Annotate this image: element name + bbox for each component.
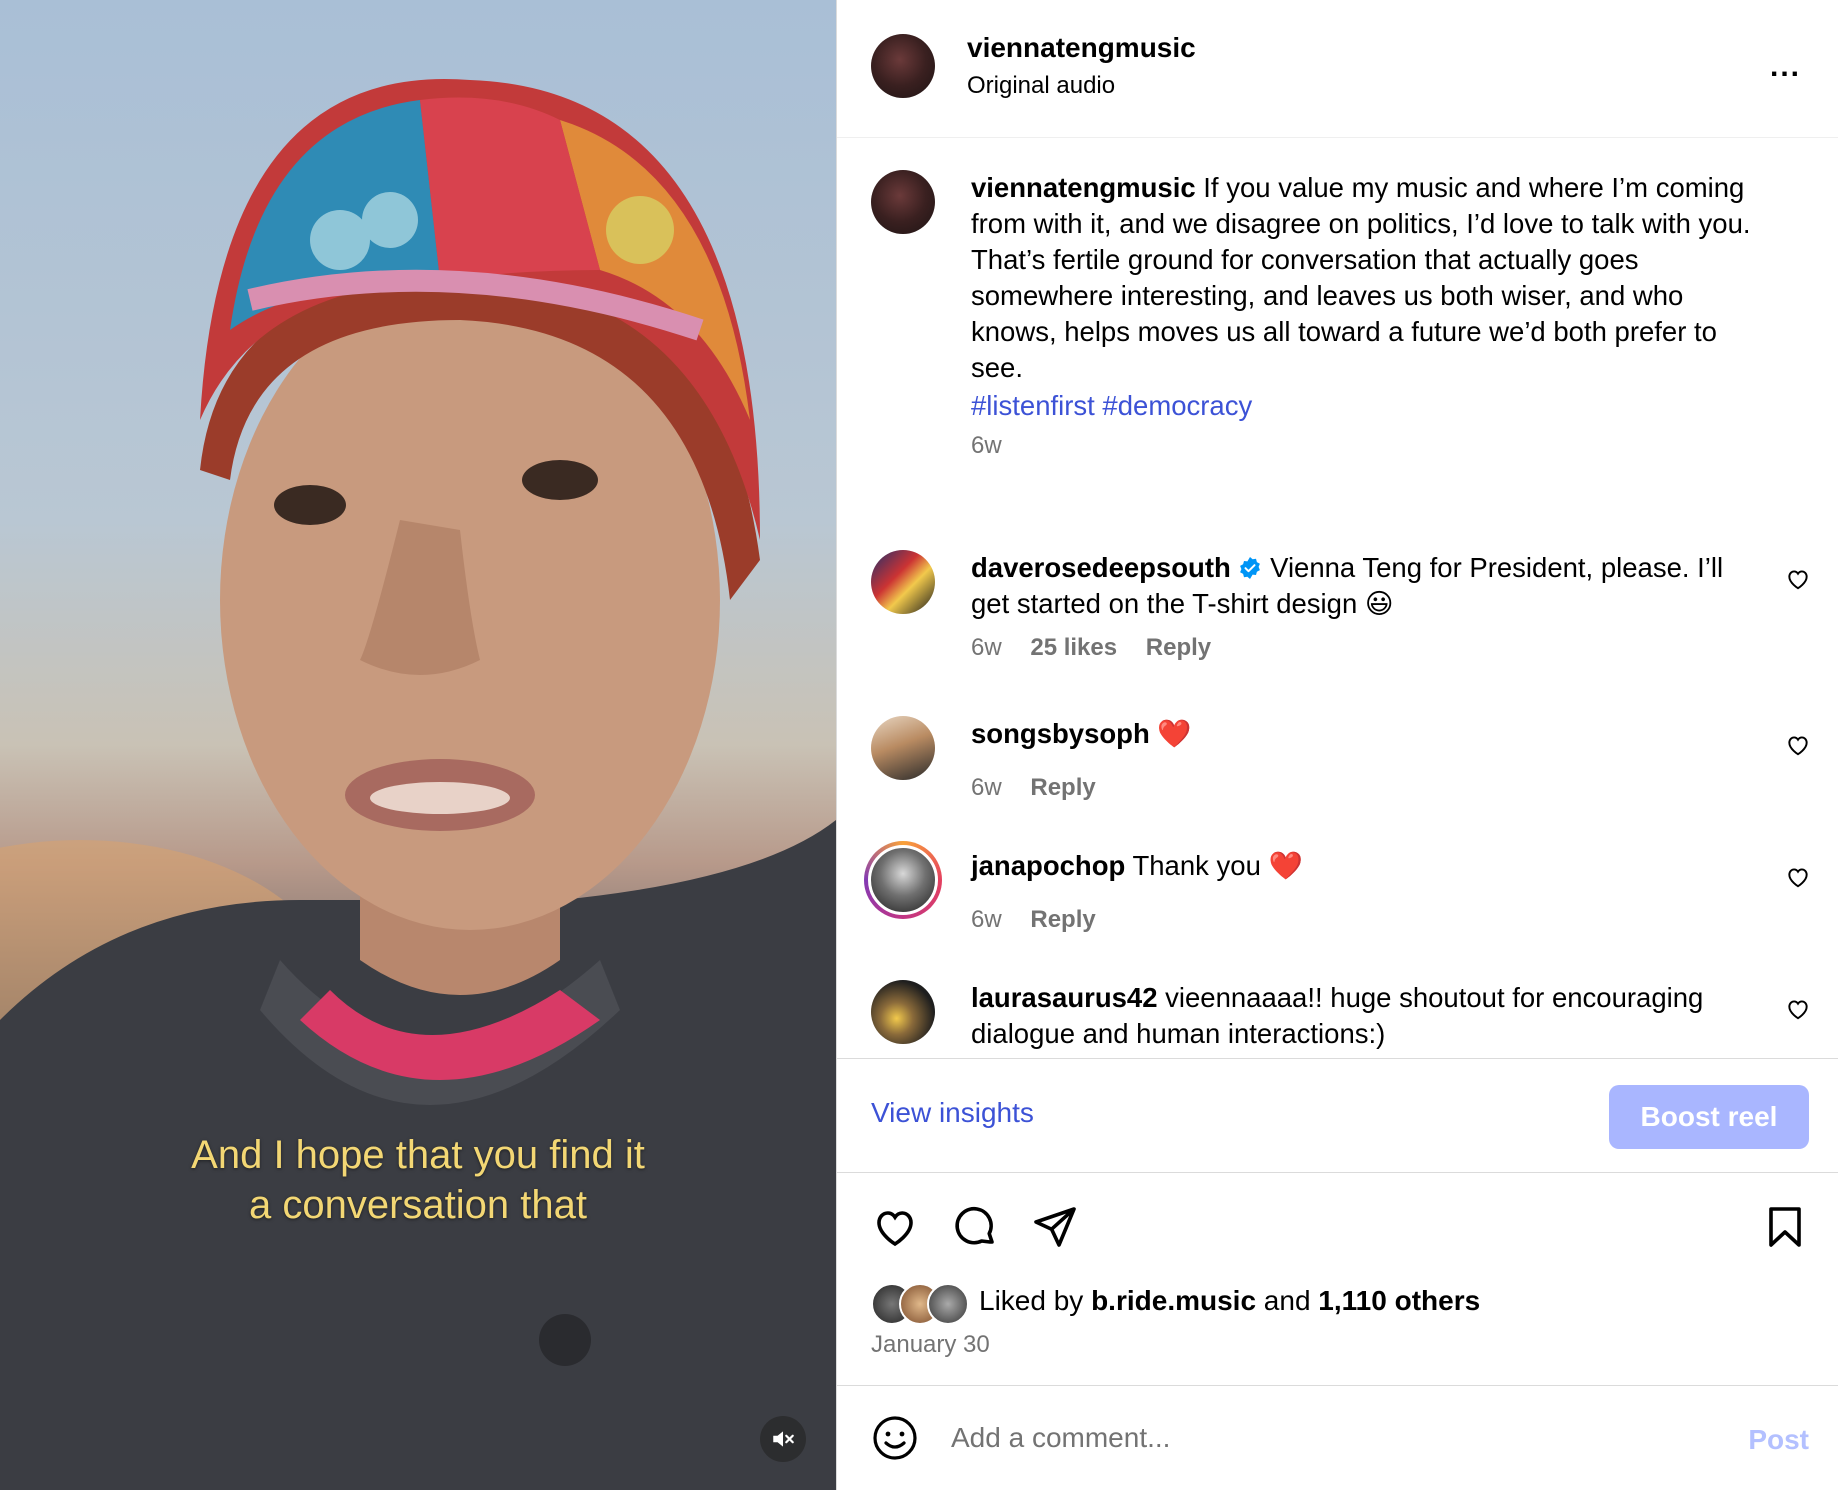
caption-author-avatar[interactable] — [871, 170, 935, 234]
liked-by-mid: and — [1256, 1285, 1319, 1316]
comment-username[interactable]: laurasaurus42 — [971, 982, 1158, 1013]
story-ring-avatar[interactable] — [864, 841, 942, 919]
comment-avatar[interactable] — [871, 550, 935, 614]
comment-item: songsbysoph ❤️ 6w Reply — [837, 716, 1838, 826]
post-header: viennatengmusic Original audio ... — [837, 0, 1838, 138]
insights-bar: View insights Boost reel — [837, 1058, 1838, 1173]
speaker-muted-icon — [773, 1431, 794, 1447]
comment-likes[interactable]: 25 likes — [1030, 634, 1117, 661]
author-username[interactable]: viennatengmusic — [967, 32, 1196, 64]
caption-hashtags[interactable]: #listenfirst #democracy — [971, 388, 1771, 424]
comment-heart-icon[interactable] — [1785, 996, 1811, 1022]
comment-heart-icon[interactable] — [1785, 566, 1811, 592]
comment-username[interactable]: janapochop — [971, 850, 1125, 881]
reply-button[interactable]: Reply — [1030, 906, 1095, 933]
comment-avatar[interactable] — [871, 716, 935, 780]
boost-reel-button[interactable]: Boost reel — [1609, 1085, 1809, 1149]
comment-item: laurasaurus42 vieennaaaa!! huge shoutout… — [837, 980, 1838, 1058]
view-insights-link[interactable]: View insights — [871, 1097, 1034, 1129]
audio-link[interactable]: Original audio — [967, 72, 1115, 100]
verified-badge-icon — [1240, 557, 1261, 579]
comment-heart-icon[interactable] — [1785, 864, 1811, 890]
reel-video[interactable]: And I hope that you find it a conversati… — [0, 0, 836, 1490]
send-icon[interactable] — [1031, 1203, 1079, 1251]
post-comment-button[interactable]: Post — [1748, 1424, 1809, 1456]
comment-time: 6w — [971, 906, 1002, 933]
liked-by-text: Liked by b.ride.music and 1,110 others — [979, 1285, 1480, 1317]
subtitle-line-2: a conversation that — [249, 1183, 587, 1227]
comment-username[interactable]: daverosedeepsouth — [971, 552, 1231, 583]
liked-by-prefix: Liked by — [979, 1285, 1092, 1316]
mute-button[interactable] — [760, 1416, 806, 1462]
more-horizontal-icon: ... — [1769, 50, 1801, 83]
comment-heart-icon[interactable] — [1785, 732, 1811, 758]
comment-text: songsbysoph ❤️ — [971, 716, 1731, 752]
comment-time: 6w — [971, 774, 1002, 801]
comment-icon[interactable] — [951, 1203, 999, 1251]
comment-avatar — [868, 845, 938, 915]
caption-username[interactable]: viennatengmusic — [971, 172, 1196, 203]
post-detail-panel: viennatengmusic Original audio ... vienn… — [836, 0, 1838, 1490]
caption-text: viennatengmusic If you value my music an… — [971, 170, 1771, 386]
emoji-icon[interactable] — [871, 1414, 919, 1462]
liked-by-avatars — [871, 1283, 981, 1325]
video-subtitle: And I hope that you find it a conversati… — [0, 1130, 836, 1230]
author-avatar[interactable] — [871, 34, 935, 98]
caption-body: If you value my music and where I’m comi… — [971, 172, 1751, 383]
comment-meta: 6w 25 likes Reply — [971, 634, 1233, 662]
comment-text: laurasaurus42 vieennaaaa!! huge shoutout… — [971, 980, 1731, 1052]
comment-meta: 6w Reply — [971, 774, 1118, 802]
comment-text: daverosedeepsouth Vienna Teng for Presid… — [971, 550, 1731, 622]
comments-list[interactable]: viennatengmusic If you value my music an… — [837, 138, 1838, 1058]
comment-text: janapochop Thank you ❤️ — [971, 848, 1731, 884]
liked-by-count[interactable]: 1,110 others — [1318, 1285, 1480, 1316]
comment-item: daverosedeepsouth Vienna Teng for Presid… — [837, 550, 1838, 670]
more-options-button[interactable]: ... — [1770, 50, 1801, 84]
caption-time: 6w — [971, 432, 1024, 460]
reply-button[interactable]: Reply — [1030, 774, 1095, 801]
liker-avatar — [927, 1283, 969, 1325]
bookmark-icon[interactable] — [1761, 1203, 1809, 1251]
post-caption: viennatengmusic If you value my music an… — [837, 170, 1838, 470]
post-actions: Liked by b.ride.music and 1,110 others J… — [837, 1173, 1838, 1383]
comment-meta: 6w Reply — [971, 906, 1118, 934]
comment-avatar[interactable] — [871, 980, 935, 1044]
post-date: January 30 — [871, 1331, 990, 1358]
comment-body: ❤️ — [1157, 718, 1192, 749]
caption-timestamp: 6w — [971, 432, 1002, 459]
heart-icon[interactable] — [871, 1203, 919, 1251]
subtitle-line-1: And I hope that you find it — [191, 1133, 645, 1177]
reply-button[interactable]: Reply — [1146, 634, 1211, 661]
comment-input[interactable] — [951, 1414, 1711, 1462]
liked-by-user[interactable]: b.ride.music — [1091, 1285, 1256, 1316]
comment-time: 6w — [971, 634, 1002, 661]
add-comment-bar: Post — [837, 1385, 1838, 1490]
comment-item: janapochop Thank you ❤️ 6w Reply — [837, 841, 1838, 958]
video-frame-image — [0, 78, 836, 1490]
comment-body: Thank you ❤️ — [1132, 850, 1303, 881]
comment-username[interactable]: songsbysoph — [971, 718, 1150, 749]
